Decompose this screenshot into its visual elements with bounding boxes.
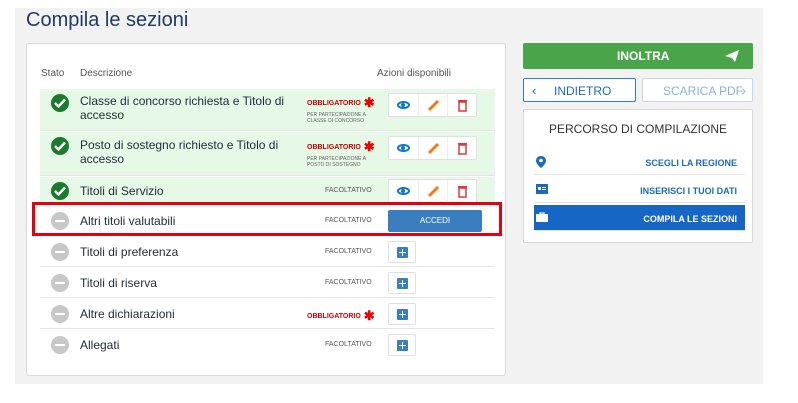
add-button[interactable]: [388, 303, 416, 325]
chevron-right-icon: ›: [741, 83, 746, 98]
edit-button[interactable]: [418, 137, 447, 159]
view-button[interactable]: [389, 94, 418, 116]
trash-icon: [458, 100, 467, 112]
row-actions: [388, 93, 477, 117]
download-pdf-button[interactable]: SCARICA PDF ›: [642, 78, 753, 102]
pencil-icon: [427, 142, 440, 155]
inoltra-button[interactable]: INOLTRA: [523, 43, 753, 69]
table-row: Titoli di riserva FACOLTATIVO: [40, 268, 495, 298]
completed-check-icon: [51, 182, 69, 200]
pending-status-icon: [51, 336, 69, 354]
back-button[interactable]: ‹ INDIETRO: [523, 78, 636, 102]
highlight-box: [32, 202, 502, 236]
plus-icon: [397, 247, 408, 258]
briefcase-icon: [536, 212, 548, 222]
requirement-badge: OBBLIGATORIO ✱ PER PARTECIPAZIONE A CLASSE…: [307, 95, 375, 124]
map-marker-icon: [536, 156, 546, 168]
pencil-icon: [427, 99, 440, 112]
view-button[interactable]: [389, 180, 418, 202]
row-description: Titoli di riserva: [80, 276, 157, 290]
step-scegli-regione[interactable]: SCEGLI LA REGIONE: [534, 149, 745, 175]
pending-status-icon: [51, 274, 69, 292]
completed-check-icon: [51, 94, 69, 112]
pdf-label: SCARICA PDF: [663, 84, 744, 98]
table-header: Stato Descrizione Azioni disponibili: [27, 64, 505, 84]
percorso-title: PERCORSO DI COMPILAZIONE: [548, 122, 728, 136]
optional-label: FACOLTATIVO: [325, 279, 372, 286]
completed-check-icon: [51, 137, 69, 155]
row-description: Allegati: [80, 338, 120, 352]
chevron-left-icon: ‹: [532, 83, 537, 98]
table-row: Classe di concorso richiesta e Titolo di…: [40, 89, 495, 131]
id-card-icon: [536, 184, 548, 194]
header-azioni: Azioni disponibili: [377, 68, 451, 79]
table-row: Altre dichiarazioni OBBLIGATORIO ✱: [40, 299, 495, 329]
requirement-note: PER PARTECIPAZIONE A CLASSE DI CONCORSO: [307, 112, 366, 124]
edit-button[interactable]: [418, 180, 447, 202]
send-icon: [725, 50, 739, 62]
add-button[interactable]: [388, 241, 416, 263]
inoltra-label: INOLTRA: [617, 49, 670, 63]
step-inserisci-dati[interactable]: INSERISCI I TUOI DATI: [534, 177, 745, 203]
optional-label: FACOLTATIVO: [325, 187, 372, 194]
requirement-label: OBBLIGATORIO: [307, 100, 361, 107]
row-description: Posto di sostegno richiesto e Titolo di …: [80, 138, 279, 166]
delete-button[interactable]: [447, 137, 476, 159]
plus-icon: [397, 309, 408, 320]
delete-button[interactable]: [447, 180, 476, 202]
pending-status-icon: [51, 305, 69, 323]
optional-label: FACOLTATIVO: [325, 248, 372, 255]
row-description: Classe di concorso richiesta e Titolo di…: [80, 94, 285, 122]
view-button[interactable]: [389, 137, 418, 159]
trash-icon: [458, 186, 467, 198]
delete-button[interactable]: [447, 94, 476, 116]
header-descrizione: Descrizione: [80, 68, 133, 79]
requirement-label: OBBLIGATORIO: [307, 313, 361, 320]
step-label: INSERISCI I TUOI DATI: [640, 186, 737, 196]
trash-icon: [458, 143, 467, 155]
pending-status-icon: [51, 243, 69, 261]
required-star-icon: ✱: [363, 139, 375, 154]
plus-icon: [397, 340, 408, 351]
row-description: Titoli di Servizio: [80, 184, 164, 198]
step-label: SCEGLI LA REGIONE: [645, 158, 737, 168]
edit-button[interactable]: [418, 94, 447, 116]
requirement-note: PER PARTECIPAZIONE A POSTO DI SOSTEGNO: [307, 156, 366, 168]
requirement-badge: OBBLIGATORIO ✱: [307, 308, 375, 324]
row-actions: [388, 179, 477, 203]
row-description: Titoli di preferenza: [80, 245, 179, 259]
table-row: Titoli di Servizio FACOLTATIVO: [40, 177, 495, 205]
table-row: Titoli di preferenza FACOLTATIVO: [40, 237, 495, 267]
back-label: INDIETRO: [554, 84, 612, 98]
eye-icon: [397, 187, 410, 195]
row-description: Altre dichiarazioni: [80, 307, 175, 321]
plus-icon: [397, 278, 408, 289]
eye-icon: [397, 144, 410, 152]
table-row: Allegati FACOLTATIVO: [40, 330, 495, 360]
required-star-icon: ✱: [363, 95, 375, 110]
table-row: Posto di sostegno richiesto e Titolo di …: [40, 132, 495, 176]
add-button[interactable]: [388, 334, 416, 356]
requirement-badge: OBBLIGATORIO ✱ PER PARTECIPAZIONE A POSTO …: [307, 139, 375, 168]
requirement-label: OBBLIGATORIO: [307, 144, 361, 151]
step-label: COMPILA LE SEZIONI: [643, 214, 737, 224]
pencil-icon: [427, 185, 440, 198]
optional-label: FACOLTATIVO: [325, 341, 372, 348]
add-button[interactable]: [388, 272, 416, 294]
percorso-panel: PERCORSO DI COMPILAZIONE SCEGLI LA REGIO…: [523, 109, 753, 243]
row-actions: [388, 136, 477, 160]
page-title: Compila le sezioni: [26, 9, 189, 31]
eye-icon: [397, 101, 410, 109]
required-star-icon: ✱: [363, 308, 375, 323]
header-stato: Stato: [41, 68, 65, 79]
step-compila-sezioni[interactable]: COMPILA LE SEZIONI: [534, 205, 745, 231]
